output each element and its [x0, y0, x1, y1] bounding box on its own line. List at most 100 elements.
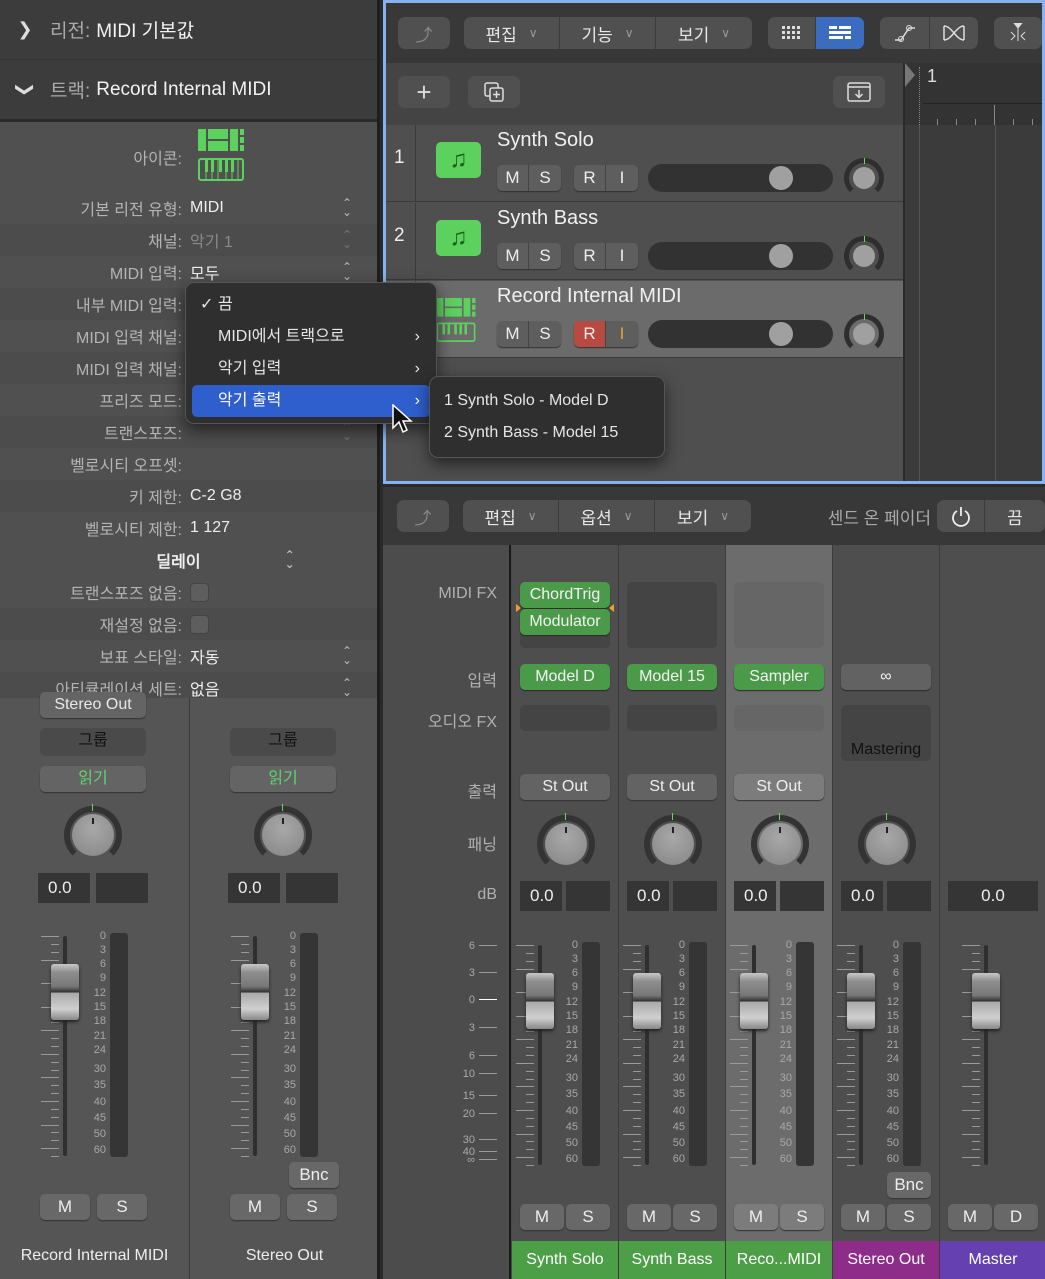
delay-row[interactable]: 딜레이 ⌃ ⌄: [0, 544, 377, 576]
toolbar-menu[interactable]: 편집 ∨: [463, 500, 559, 532]
channel-strip-name[interactable]: Stereo Out: [833, 1241, 939, 1279]
volume-slider[interactable]: [648, 320, 833, 348]
parameter-value[interactable]: 1 127: [190, 519, 377, 537]
input-slot[interactable]: Model 15: [627, 664, 717, 690]
volume-slider-thumb[interactable]: [768, 322, 793, 346]
stepper-icon[interactable]: ⌃ ⌄: [333, 197, 361, 218]
input-slot[interactable]: Model D: [520, 664, 610, 690]
peak-value[interactable]: [96, 873, 148, 903]
automation-icon[interactable]: [880, 17, 930, 49]
group-button[interactable]: 그룹: [40, 728, 146, 756]
pan-knob[interactable]: [844, 314, 884, 354]
track-name[interactable]: Record Internal MIDI: [497, 285, 682, 308]
mute-button[interactable]: M: [497, 165, 529, 191]
menu-item[interactable]: MIDI에서 트랙으로 ›: [192, 321, 430, 353]
parameter-value[interactable]: 자동: [190, 644, 333, 668]
fader-handle[interactable]: [633, 973, 661, 1029]
parameter-value[interactable]: 모두: [190, 260, 333, 284]
keyboard-icon[interactable]: [198, 128, 244, 186]
peak-value[interactable]: [566, 881, 610, 911]
midi-fx-plugin[interactable]: ChordTrig: [520, 582, 610, 608]
channel-strip[interactable]: Sampler St Out 0.0 0 3 6 9 12 15 18 21 24 30 35 40 45 50…: [726, 545, 833, 1279]
track-name[interactable]: Synth Bass: [497, 207, 598, 230]
peak-value[interactable]: [780, 881, 824, 911]
midi-fx-slot[interactable]: [627, 582, 717, 648]
volume-value[interactable]: 0.0: [734, 881, 776, 911]
channel-strip-name[interactable]: Reco...MIDI: [726, 1241, 832, 1279]
fader-handle[interactable]: [526, 973, 554, 1029]
channel-strip[interactable]: ChordTrig Modulator Model D St Out 0.0 0 3 6 9 12…: [512, 545, 619, 1279]
audio-fx-plugin[interactable]: Mastering: [841, 741, 931, 759]
mute-button[interactable]: M: [948, 1204, 992, 1230]
volume-slider-thumb[interactable]: [768, 244, 793, 268]
playhead-marker-icon[interactable]: [905, 63, 915, 87]
channel-strip-name[interactable]: Stereo Out: [190, 1247, 377, 1265]
mute-button[interactable]: M: [841, 1204, 885, 1230]
solo-button[interactable]: S: [97, 1194, 147, 1220]
parameter-value[interactable]: C-2 G8: [190, 487, 377, 505]
pan-knob[interactable]: [858, 813, 916, 873]
pan-knob[interactable]: [644, 813, 702, 873]
flex-icon[interactable]: [930, 17, 978, 49]
record-enable-button[interactable]: R: [574, 321, 606, 347]
stepper-icon[interactable]: ⌃ ⌄: [205, 549, 295, 570]
solo-button[interactable]: S: [287, 1194, 337, 1220]
solo-button[interactable]: S: [566, 1204, 610, 1230]
channel-strip[interactable]: Model 15 St Out 0.0 0 3 6 9 12 15 18 21 24 30 35 40 45 5…: [619, 545, 726, 1279]
track-header[interactable]: ❯ 트랙: Record Internal MIDI: [0, 60, 377, 122]
catch-playhead-icon[interactable]: [994, 17, 1042, 49]
solo-button[interactable]: S: [529, 165, 561, 191]
parameter-value[interactable]: MIDI: [190, 199, 333, 217]
sends-on-faders-value[interactable]: 끔: [985, 500, 1045, 532]
mute-button[interactable]: M: [497, 243, 529, 269]
stepper-icon[interactable]: ⌃ ⌄: [333, 645, 361, 666]
keyboard-icon[interactable]: [436, 298, 476, 347]
mute-button[interactable]: M: [40, 1194, 90, 1220]
parameter-row[interactable]: 벨로시티 제한: 1 127: [0, 512, 377, 544]
volume-value[interactable]: 0.0: [841, 881, 883, 911]
fader-handle[interactable]: [847, 973, 875, 1029]
mute-button[interactable]: M: [497, 321, 529, 347]
music-note-icon[interactable]: ♫: [436, 220, 481, 256]
parameter-row[interactable]: 벨로시티 오프셋:: [0, 448, 377, 480]
checkbox[interactable]: [190, 614, 209, 634]
mute-button[interactable]: M: [734, 1204, 778, 1230]
parameter-row[interactable]: 보표 스타일: 자동 ⌃ ⌄: [0, 640, 377, 672]
channel-strip[interactable]: 0.0 M D Master: [940, 545, 1045, 1279]
mute-button[interactable]: M: [627, 1204, 671, 1230]
download-icon[interactable]: [833, 76, 885, 108]
solo-button[interactable]: S: [529, 321, 561, 347]
fader-handle[interactable]: [51, 964, 79, 1020]
stereo-link-icon[interactable]: ∞: [841, 664, 931, 690]
submenu-item[interactable]: 1 Synth Solo - Model D: [434, 385, 660, 417]
stepper-icon[interactable]: ⌃ ⌄: [333, 261, 361, 282]
peak-value[interactable]: [887, 881, 931, 911]
peak-value[interactable]: [286, 873, 338, 903]
toolbar-menu[interactable]: 보기 ∨: [656, 17, 752, 49]
automation-mode-button[interactable]: 읽기: [40, 766, 146, 792]
solo-button[interactable]: S: [780, 1204, 824, 1230]
channel-strip-name[interactable]: Master: [940, 1241, 1045, 1279]
toolbar-menu[interactable]: 보기 ∨: [655, 500, 751, 532]
midi-fx-slot[interactable]: [734, 582, 824, 648]
pan-knob[interactable]: [844, 158, 884, 198]
solo-button[interactable]: S: [673, 1204, 717, 1230]
solo-button[interactable]: S: [529, 243, 561, 269]
input-slot[interactable]: Sampler: [734, 664, 824, 690]
dim-button[interactable]: D: [994, 1204, 1038, 1230]
track-row[interactable]: 1 ♫ Synth Solo M S R I: [386, 125, 903, 202]
channel-strip-name[interactable]: Synth Solo: [512, 1241, 618, 1279]
bounce-button[interactable]: Bnc: [289, 1162, 339, 1188]
checkbox[interactable]: [190, 582, 209, 602]
toolbar-menu[interactable]: 기능 ∨: [560, 17, 656, 49]
volume-value[interactable]: 0.0: [38, 873, 90, 903]
input-monitor-button[interactable]: I: [606, 321, 638, 347]
output-button[interactable]: St Out: [627, 774, 717, 800]
volume-value[interactable]: 0.0: [228, 873, 280, 903]
pan-knob[interactable]: [751, 813, 809, 873]
track-row[interactable]: 2 ♫ Synth Bass M S R I: [386, 203, 903, 280]
parameter-row[interactable]: 기본 리전 유형: MIDI ⌃ ⌄: [0, 192, 377, 224]
parameter-row[interactable]: 키 제한: C-2 G8: [0, 480, 377, 512]
duplicate-icon[interactable]: [468, 76, 520, 108]
volume-slider-thumb[interactable]: [768, 166, 793, 190]
